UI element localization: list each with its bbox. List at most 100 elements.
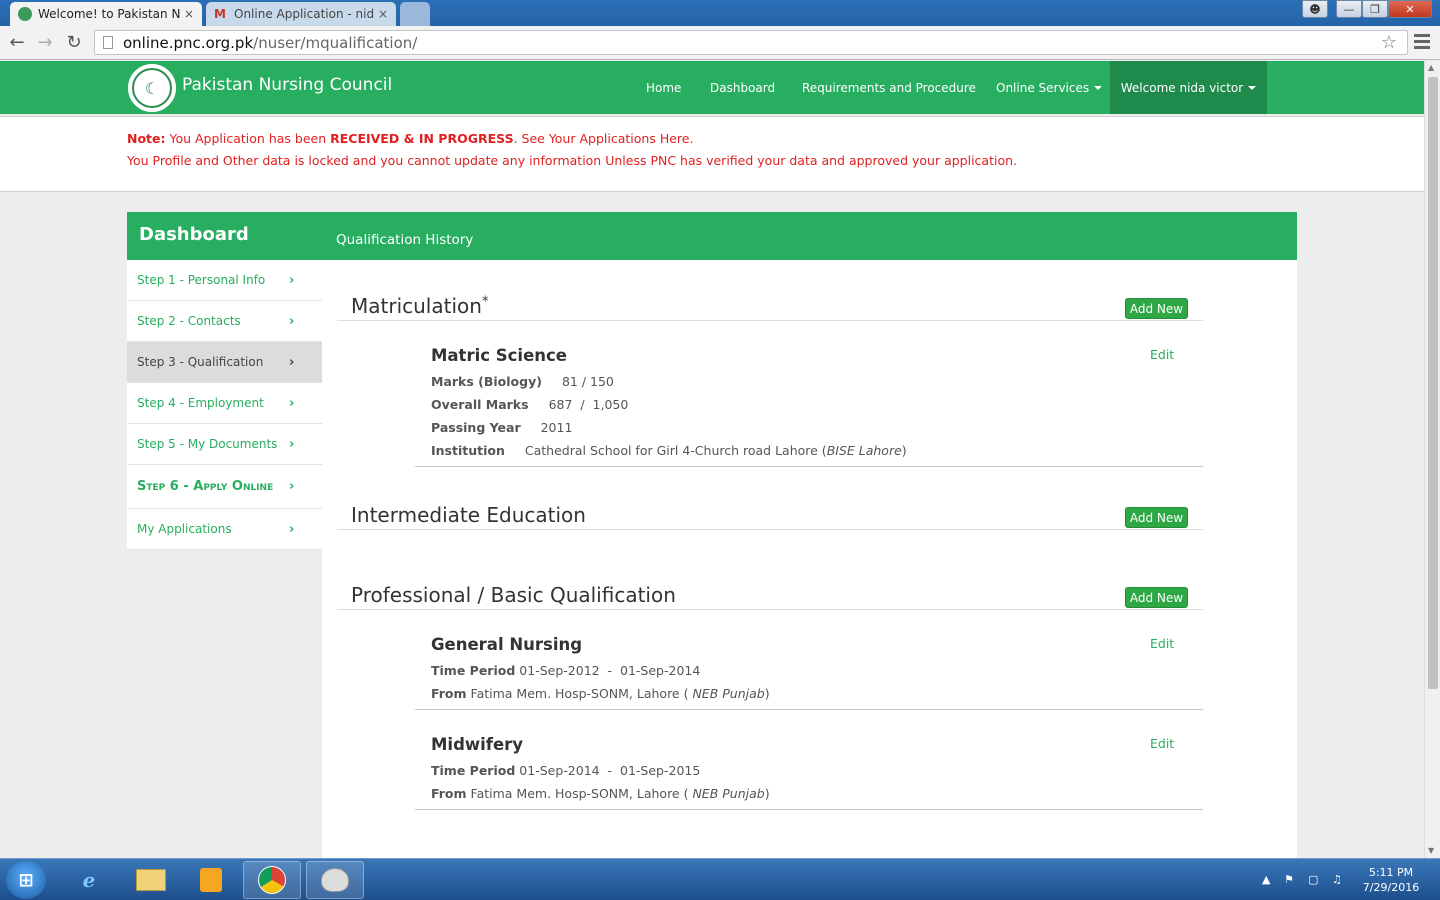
forward-button[interactable]: → [34, 31, 56, 53]
gmail-icon: M [214, 7, 226, 21]
board-name: BISE Lahore [826, 443, 902, 458]
browser-toolbar: ← → ↻ online.pnc.org.pk/nuser/mqualifica… [0, 26, 1440, 60]
system-clock[interactable]: 5:11 PM 7/29/2016 [1356, 865, 1426, 895]
caret-down-icon [1248, 85, 1257, 90]
applications-link[interactable]: Here [660, 131, 690, 146]
chrome-icon[interactable] [243, 861, 301, 899]
field-label: Overall Marks [431, 397, 529, 412]
clock-time: 5:11 PM [1368, 866, 1414, 879]
browser-tab-strip: Welcome! to Pakistan Nursing Council × M… [0, 0, 1440, 26]
entry-divider [415, 466, 1203, 467]
add-professional-button[interactable]: Add New [1125, 587, 1188, 608]
passing-year-field: Passing Year 2011 [431, 420, 572, 435]
chevron-right-icon: › [289, 521, 295, 537]
add-intermediate-button[interactable]: Add New [1125, 507, 1188, 528]
nav-dashboard[interactable]: Dashboard [710, 61, 775, 114]
address-bar[interactable]: online.pnc.org.pk/nuser/mqualification/ … [94, 30, 1408, 55]
site-navbar: ☾ Pakistan Nursing Council Home Dashboar… [0, 61, 1424, 114]
tab-gmail[interactable]: M Online Application - nida × [206, 2, 396, 26]
page-viewport: ☾ Pakistan Nursing Council Home Dashboar… [0, 61, 1424, 858]
internet-explorer-icon[interactable]: e [60, 861, 118, 899]
sidebar-item-employment[interactable]: Step 4 - Employment › [127, 383, 322, 424]
sidebar-item-label: Step 2 - Contacts [137, 314, 241, 328]
action-center-icon[interactable]: ⚑ [1284, 873, 1294, 886]
minimize-button[interactable]: — [1336, 0, 1362, 18]
nav-user-menu[interactable]: Welcome nida victor [1110, 61, 1267, 114]
maximize-button[interactable]: ❐ [1362, 0, 1388, 18]
back-button[interactable]: ← [6, 31, 28, 53]
new-tab-button[interactable] [400, 2, 430, 26]
field-value-end: ) [901, 443, 907, 458]
page-scrollbar[interactable]: ▲ ▼ [1424, 61, 1440, 858]
field-label: Time Period [431, 763, 516, 778]
nav-online-services[interactable]: Online Services [996, 61, 1103, 114]
marks-biology-field: Marks (Biology) 81 / 150 [431, 374, 614, 389]
overall-marks-field: Overall Marks 687 / 1,050 [431, 397, 628, 412]
sidebar-item-qualification[interactable]: Step 3 - Qualification › [127, 342, 322, 383]
media-player-icon[interactable] [182, 861, 240, 899]
scroll-up-icon[interactable]: ▲ [1428, 63, 1434, 72]
field-value: Cathedral School for Girl 4-Church road … [524, 443, 827, 458]
paint-icon[interactable] [306, 861, 364, 899]
section-title-professional: Professional / Basic Qualification [351, 583, 676, 607]
field-label: Institution [431, 443, 505, 458]
tab-title: Welcome! to Pakistan Nursing Council [38, 7, 180, 21]
chevron-right-icon: › [289, 272, 295, 288]
section-divider [337, 529, 1203, 530]
field-label: Marks (Biology) [431, 374, 542, 389]
field-label: Passing Year [431, 420, 521, 435]
edit-general-nursing-link[interactable]: Edit [1150, 636, 1174, 651]
notice-text: . See Your Applications [513, 131, 660, 146]
edit-matric-link[interactable]: Edit [1150, 347, 1174, 362]
qualification-panel: Qualification History Matriculation* Add… [322, 212, 1297, 858]
board-name: NEB Punjab [692, 686, 765, 701]
file-explorer-icon[interactable] [122, 861, 180, 899]
sidebar-item-apply-online[interactable]: Step 6 - Apply Online › [127, 465, 322, 509]
sidebar-item-personal-info[interactable]: Step 1 - Personal Info › [127, 260, 322, 301]
volume-muted-icon[interactable]: ♫ [1332, 873, 1342, 886]
field-label: Time Period [431, 663, 516, 678]
sidebar-item-my-applications[interactable]: My Applications › [127, 509, 322, 550]
windows-taskbar: ⊞ e ▲ ⚑ ▢ ♫ 5:11 PM 7/29/2016 [0, 858, 1440, 900]
sidebar-item-documents[interactable]: Step 5 - My Documents › [127, 424, 322, 465]
show-hidden-icons-icon[interactable]: ▲ [1262, 873, 1270, 886]
entry-divider [415, 809, 1203, 810]
required-mark: * [481, 294, 489, 310]
pnc-favicon-icon [18, 7, 32, 21]
window-close-button[interactable]: ✕ [1388, 0, 1432, 18]
application-notice: Note: You Application has been RECEIVED … [0, 116, 1424, 192]
dashboard-sidebar: Dashboard Step 1 - Personal Info › Step … [127, 212, 322, 550]
field-value: 01-Sep-2014 - 01-Sep-2015 [519, 763, 701, 778]
entry-divider [415, 709, 1203, 710]
site-brand[interactable]: Pakistan Nursing Council [182, 75, 392, 95]
edit-midwifery-link[interactable]: Edit [1150, 736, 1174, 751]
entry-title: General Nursing [431, 635, 583, 654]
entry-title: Matric Science [431, 346, 567, 365]
sidebar-item-label: My Applications [137, 522, 232, 536]
network-icon[interactable]: ▢ [1308, 873, 1318, 886]
reload-button[interactable]: ↻ [63, 31, 85, 53]
bookmark-star-icon[interactable]: ☆ [1381, 32, 1397, 53]
tab-close-icon[interactable]: × [184, 7, 194, 21]
tab-close-icon[interactable]: × [378, 7, 388, 21]
add-matriculation-button[interactable]: Add New [1125, 298, 1188, 319]
field-value: 01-Sep-2012 - 01-Sep-2014 [519, 663, 701, 678]
from-field: From Fatima Mem. Hosp-SONM, Lahore ( NEB … [431, 686, 770, 701]
user-profile-icon[interactable]: ☻ [1302, 0, 1328, 18]
pnc-logo[interactable]: ☾ [128, 64, 176, 112]
nav-requirements[interactable]: Requirements and Procedure [802, 61, 976, 114]
tab-pnc[interactable]: Welcome! to Pakistan Nursing Council × [10, 2, 202, 26]
time-period-field: Time Period 01-Sep-2014 - 01-Sep-2015 [431, 763, 700, 778]
nav-home[interactable]: Home [646, 61, 681, 114]
start-button[interactable]: ⊞ [6, 861, 46, 899]
chevron-right-icon: › [289, 354, 295, 370]
notice-line-2: You Profile and Other data is locked and… [127, 153, 1018, 168]
sidebar-title: Dashboard [127, 212, 322, 260]
field-value: 81 / 150 [561, 374, 614, 389]
scroll-down-icon[interactable]: ▼ [1428, 846, 1434, 855]
field-label: From [431, 786, 467, 801]
field-value-end: ) [764, 786, 770, 801]
sidebar-item-contacts[interactable]: Step 2 - Contacts › [127, 301, 322, 342]
scrollbar-thumb[interactable] [1428, 77, 1438, 689]
hamburger-menu-icon[interactable] [1414, 34, 1430, 52]
